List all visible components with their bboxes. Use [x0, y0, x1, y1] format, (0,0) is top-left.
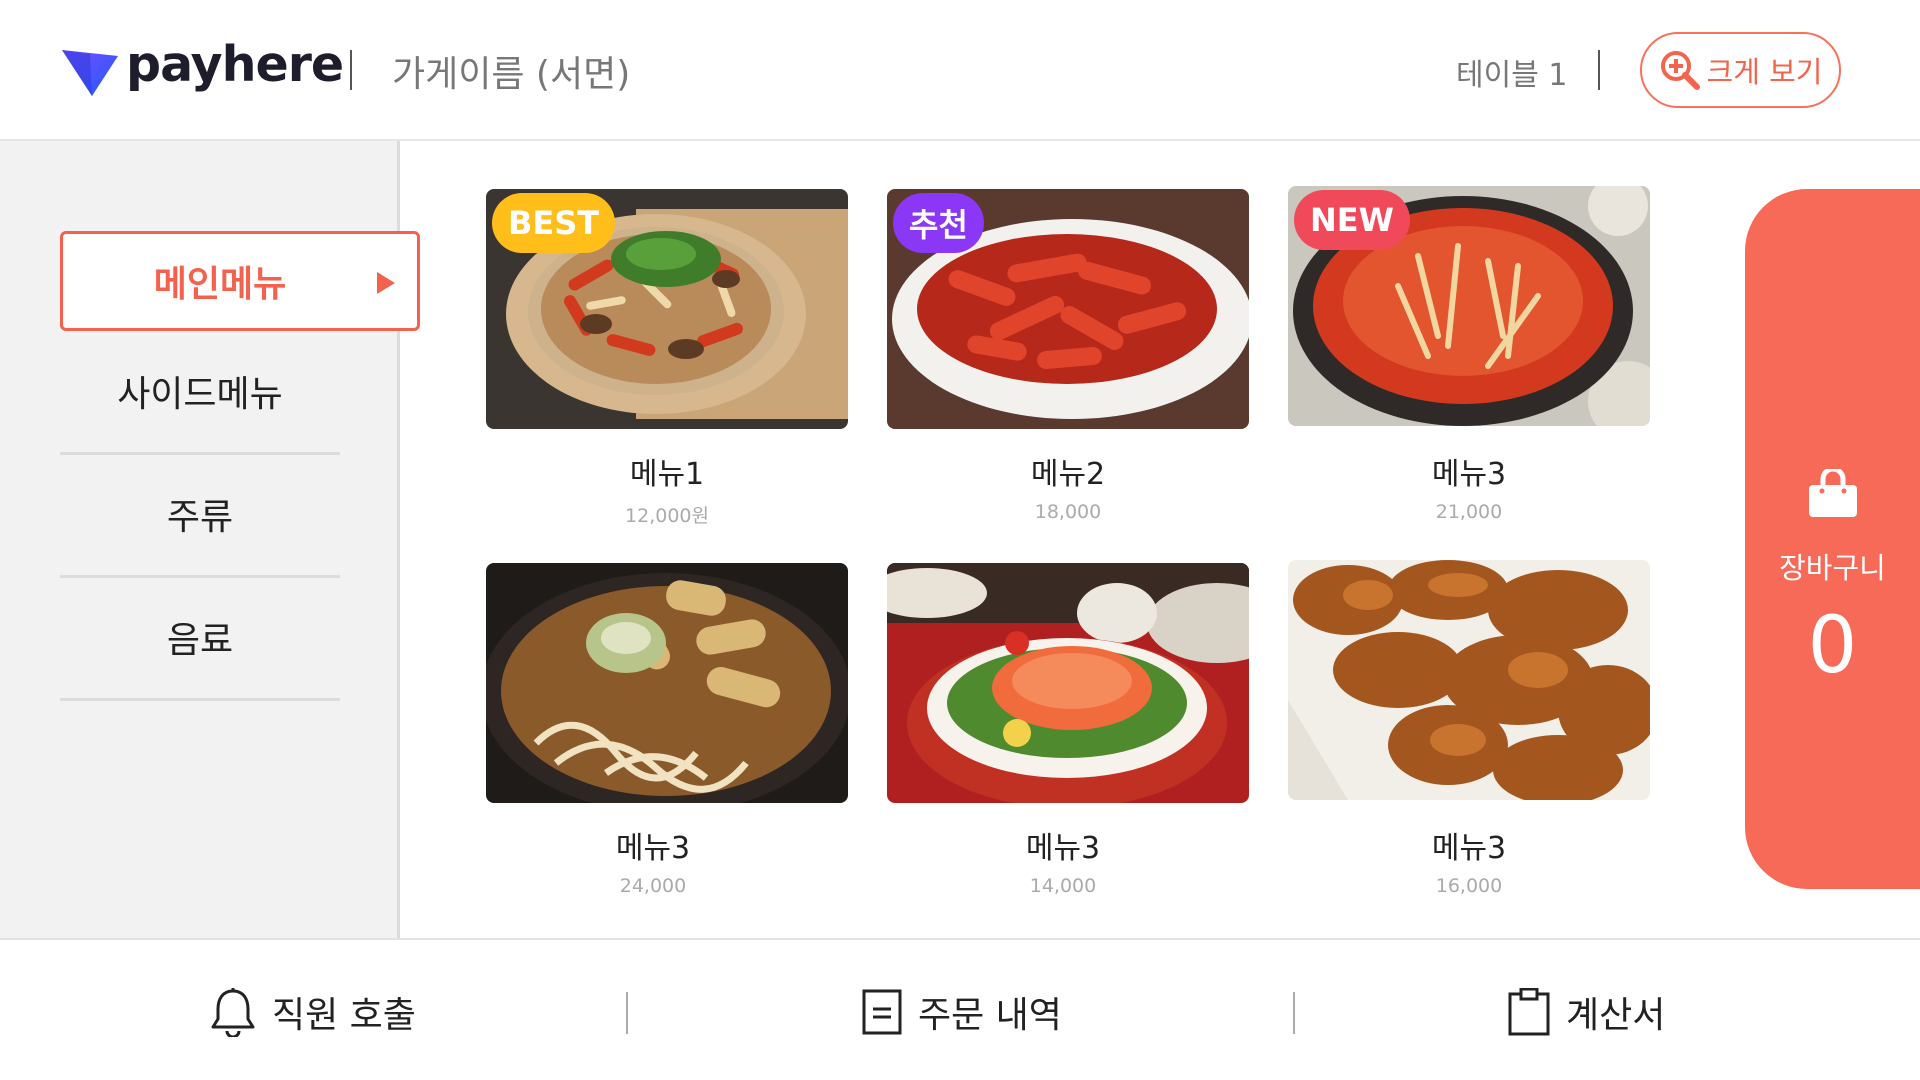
bill-label: 계산서: [1566, 995, 1666, 1036]
footer-divider: [1293, 992, 1295, 1034]
menu-name: 메뉴2: [1030, 457, 1106, 492]
menu-photo-salmon-salad: [887, 563, 1249, 803]
menu-card[interactable]: NEW 메뉴3 21,000: [1288, 186, 1650, 523]
menu-price: 16,000: [1435, 875, 1503, 897]
play-arrow-icon: [377, 272, 395, 294]
menu-card[interactable]: 추천 메뉴2 18,000: [887, 189, 1249, 523]
menu-card[interactable]: 메뉴3 24,000: [486, 563, 848, 897]
category-divider: [60, 698, 340, 701]
menu-price: 18,000: [1034, 501, 1102, 523]
menu-photo-udon: [486, 563, 848, 803]
cart-label: 장바구니: [1779, 551, 1886, 585]
menu-card[interactable]: 메뉴3 14,000: [887, 563, 1249, 897]
menu-card[interactable]: 메뉴3 16,000: [1288, 560, 1650, 897]
cart-button[interactable]: 장바구니 0: [1745, 189, 1920, 889]
zoom-in-label: 크게 보기: [1706, 55, 1823, 89]
zoom-in-icon: [1660, 51, 1700, 90]
menu-badge: 추천: [893, 193, 984, 253]
bell-icon: [211, 988, 255, 1037]
payhere-logo-icon: [62, 50, 118, 96]
order-list-icon: [862, 989, 902, 1035]
order-history-button[interactable]: 주문 내역: [862, 984, 1062, 1040]
header-divider: [350, 50, 352, 90]
menu-name: 메뉴3: [1025, 831, 1101, 866]
store-name: 가게이름 (서면): [392, 54, 631, 95]
menu-badge: NEW: [1294, 190, 1410, 250]
category-drinks[interactable]: 음료: [60, 576, 340, 698]
menu-name: 메뉴3: [1431, 457, 1507, 492]
clipboard-icon: [1508, 988, 1550, 1036]
footer-divider: [626, 992, 628, 1034]
menu-price: 21,000: [1435, 501, 1503, 523]
menu-name: 메뉴3: [615, 831, 691, 866]
menu-photo-pizza: BEST: [486, 189, 848, 429]
category-label: 메인메뉴: [153, 264, 287, 305]
brand-logo-text: payhere: [126, 36, 344, 93]
order-history-label: 주문 내역: [918, 995, 1062, 1036]
menu-photo-tteokbokki: 추천: [887, 189, 1249, 429]
menu-photo-hotpot: NEW: [1288, 186, 1650, 426]
shopping-bag-icon: [1808, 469, 1857, 517]
header-divider: [1598, 50, 1600, 90]
cart-count: 0: [1807, 601, 1858, 691]
table-number: 테이블 1: [1456, 58, 1568, 93]
bill-button[interactable]: 계산서: [1508, 984, 1665, 1040]
menu-name: 메뉴1: [629, 457, 705, 492]
category-side-menu[interactable]: 사이드메뉴: [60, 330, 340, 452]
category-main-menu[interactable]: 메인메뉴: [60, 231, 420, 331]
menu-name: 메뉴3: [1431, 831, 1507, 866]
zoom-in-button[interactable]: 크게 보기: [1640, 32, 1841, 108]
menu-card[interactable]: BEST 메뉴1 12,000원: [486, 189, 848, 528]
top-bar: payhere 가게이름 (서면) 테이블 1 크게 보기: [0, 0, 1920, 141]
category-alcohol[interactable]: 주류: [60, 453, 340, 575]
menu-photo-fried-chicken: [1288, 560, 1650, 800]
menu-badge: BEST: [492, 193, 616, 253]
category-sidebar: 메인메뉴 사이드메뉴 주류 음료: [0, 141, 420, 938]
menu-price: 12,000원: [625, 505, 709, 527]
call-staff-label: 직원 호출: [272, 995, 416, 1036]
menu-price: 24,000: [619, 875, 687, 897]
menu-price: 14,000: [1029, 875, 1097, 897]
call-staff-button[interactable]: 직원 호출: [210, 984, 416, 1040]
bottom-bar: 직원 호출 주문 내역 계산서: [0, 938, 1920, 1080]
